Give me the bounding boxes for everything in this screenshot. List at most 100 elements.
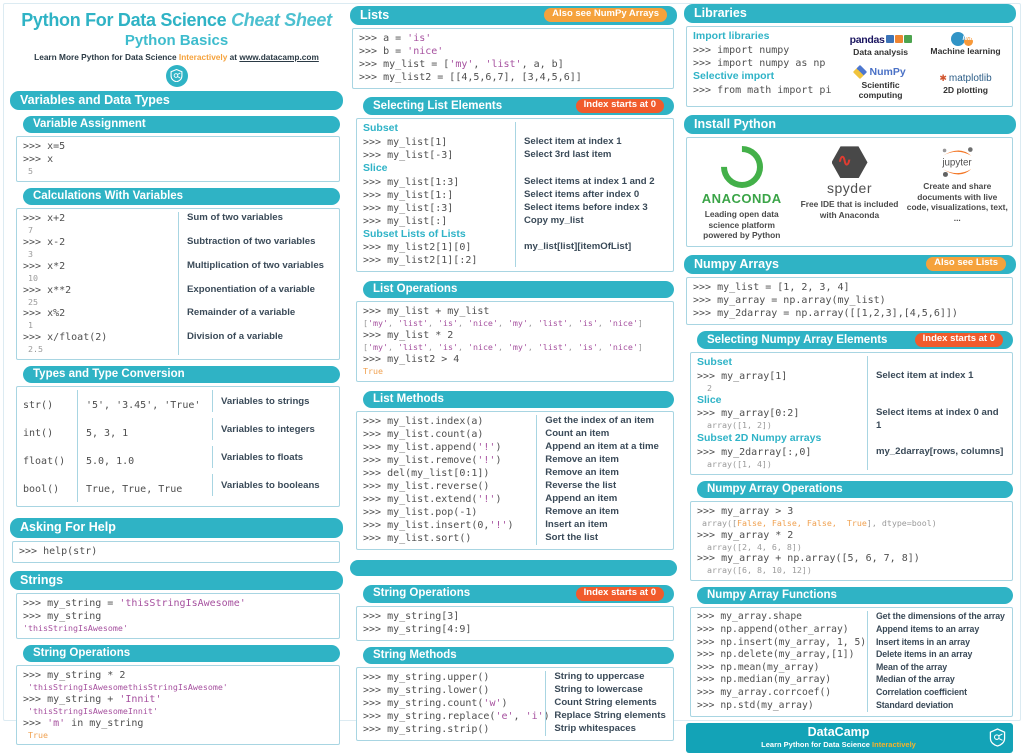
code-output-line: array([2, 4, 6, 8]) xyxy=(697,542,1006,553)
example-cell: 5.0, 1.0 xyxy=(77,446,212,474)
code-cell: >>> my_list.index(a) xyxy=(363,415,536,428)
code-cell: >>> x/float(2) 2.5 xyxy=(23,331,178,355)
page-title: Python For Data Science Cheat Sheet xyxy=(10,10,343,31)
code-block-numpy-operations: >>> my_array > 3 array([False, False, Fa… xyxy=(690,501,1013,581)
description-cell: Subtraction of two variables xyxy=(178,236,333,260)
description-cell: Append an item at a time xyxy=(536,441,667,454)
table-row: int()5, 3, 1Variables to integers xyxy=(23,418,333,446)
code-output-line: 7 xyxy=(23,225,178,236)
code-block-strings: >>> my_string = 'thisStringIsAwesome'>>>… xyxy=(16,593,340,639)
table-row: str()'5', '3.45', 'True'Variables to str… xyxy=(23,390,333,418)
code-line: >>> my_list.pop(-1) xyxy=(363,506,536,519)
section-title: String Methods xyxy=(373,649,457,662)
table-row: >>> np.mean(my_array)Mean of the array xyxy=(697,662,1006,675)
table-numpy-functions: >>> my_array.shapeGet the dimensions of … xyxy=(690,607,1013,717)
section-variables-and-data-types: Variables and Data Types xyxy=(10,91,343,110)
description-cell: Strip whitespaces xyxy=(545,723,667,736)
code-subheading: Selective import xyxy=(693,70,840,84)
table-row: bool()True, True, TrueVariables to boole… xyxy=(23,474,333,502)
code-line: >>> 'm' in my_string xyxy=(23,717,333,730)
section-title: Types and Type Conversion xyxy=(33,368,185,381)
code-output-line: ['my', 'list', 'is', 'nice', 'my', 'list… xyxy=(363,318,667,329)
description-cell: my_2darray[rows, columns] xyxy=(867,446,1006,470)
table-row: >>> x**2 25Exponentiation of a variable xyxy=(23,284,333,308)
description-cell: Standard deviation xyxy=(867,700,1006,713)
matplotlib-logo: ✱matplotlib 2D plotting xyxy=(939,68,991,96)
section-title: Install Python xyxy=(694,117,776,131)
example-cell: True, True, True xyxy=(77,474,212,502)
table-row: >>> my_list[:3]Select items before index… xyxy=(363,202,667,215)
code-line: >>> my_string + 'Innit' xyxy=(23,693,333,706)
code-output-line: 'thisStringIsAwesome' xyxy=(23,623,333,634)
description-cell: Variables to booleans xyxy=(212,474,333,496)
code-line: >>> my_string = 'thisStringIsAwesome' xyxy=(23,597,333,610)
code-line: >>> import numpy as np xyxy=(693,57,840,70)
code-output-line: 3 xyxy=(23,249,178,260)
code-line: >>> my_list2[1][:2] xyxy=(363,254,515,267)
description-cell: Append an item xyxy=(536,493,667,506)
table-row: float()5.0, 1.0Variables to floats xyxy=(23,446,333,474)
table-selecting-list-elements: Subset>>> my_list[1]Select item at index… xyxy=(356,118,674,272)
description-cell: Multiplication of two variables xyxy=(178,260,333,284)
code-block-list-operations: >>> my_list + my_list['my', 'list', 'is'… xyxy=(356,301,674,381)
section-title: List Operations xyxy=(373,283,457,296)
tagline-highlight: Interactively xyxy=(179,52,227,62)
code-subheading: Slice xyxy=(363,162,515,176)
table-row: >>> my_list2[1][:2] xyxy=(363,254,667,267)
logo-caption: Machine learning xyxy=(930,47,1000,57)
table-row: >>> my_list.insert(0,'!')Insert an item xyxy=(363,519,667,532)
code-line: >>> from math import pi xyxy=(693,84,840,97)
code-cell: >>> my_2darray[:,0] array([1, 4]) xyxy=(697,446,867,470)
pandas-logo: pandas Data analysis xyxy=(850,30,912,58)
description-cell xyxy=(867,394,1006,408)
table-selecting-numpy-elements: Subset>>> my_array[1] 2Select item at in… xyxy=(690,352,1013,474)
section-list-operations: List Operations xyxy=(363,281,674,298)
code-cell: >>> my_list[1:3] xyxy=(363,176,515,189)
section-title: Strings xyxy=(20,573,63,587)
description-cell xyxy=(515,122,667,136)
spyder-wordmark: spyder xyxy=(827,180,872,196)
code-cell: >>> my_list[-3] xyxy=(363,149,515,162)
table-row: >>> my_list[1:3]Select items at index 1 … xyxy=(363,176,667,189)
description-cell: Mean of the array xyxy=(867,662,1006,675)
description-cell xyxy=(867,432,1006,446)
section-title: String Operations xyxy=(373,587,470,600)
code-line: >>> my_string.lower() xyxy=(363,684,545,697)
description-cell: my_list[list][itemOfList] xyxy=(515,241,667,254)
chart-thumb-icon xyxy=(895,35,903,43)
spyder-item: ∿ spyder Free IDE that is included with … xyxy=(799,146,900,241)
table-row: >>> my_array[1] 2Select item at index 1 xyxy=(697,370,1006,394)
section-libraries: Libraries xyxy=(684,4,1016,23)
description-cell: Insert an item xyxy=(536,519,667,532)
description-cell: Count String elements xyxy=(545,697,667,710)
table-row: >>> my_array.corrcoef()Correlation coeff… xyxy=(697,687,1006,700)
sklearn-wordmark: learn xyxy=(963,35,979,42)
table-row: >>> my_list.remove('!')Remove an item xyxy=(363,454,667,467)
description-cell: Remove an item xyxy=(536,467,667,480)
tagline-at: at xyxy=(230,52,237,62)
code-cell: >>> my_list.reverse() xyxy=(363,480,536,493)
tagline: Learn More Python for Data Science Inter… xyxy=(10,52,343,62)
badge-index-starts-at-0: Index starts at 0 xyxy=(915,333,1003,347)
code-line: >>> my_list * 2 xyxy=(363,329,667,342)
code-line: >>> np.append(other_array) xyxy=(697,624,867,637)
description-cell: Remainder of a variable xyxy=(178,307,333,331)
code-line: >>> np.median(my_array) xyxy=(697,674,867,687)
datacamp-link[interactable]: www.datacamp.com xyxy=(239,52,318,62)
code-line: >>> my_list.reverse() xyxy=(363,480,536,493)
description-cell: Sum of two variables xyxy=(178,212,333,236)
code-line: >>> my_list2[1][0] xyxy=(363,241,515,254)
section-string-operations-left: String Operations xyxy=(23,645,340,662)
table-row: >>> my_list.index(a)Get the index of an … xyxy=(363,415,667,428)
section-numpy-arrays: Numpy Arrays Also see Lists xyxy=(684,255,1016,274)
code-line: >>> my_array[1] xyxy=(697,370,867,383)
table-row: Subset 2D Numpy arrays xyxy=(697,432,1006,446)
code-line: >>> x=5 xyxy=(23,140,333,153)
description-cell: Select items at index 0 and 1 xyxy=(867,407,1006,432)
table-row: >>> x/float(2) 2.5Division of a variable xyxy=(23,331,333,355)
matplotlib-wordmark: matplotlib xyxy=(949,73,992,84)
code-cell: >>> my_list.pop(-1) xyxy=(363,506,536,519)
description-cell: String to lowercase xyxy=(545,684,667,697)
code-line: >>> my_2darray = np.array([[1,2,3],[4,5,… xyxy=(693,307,1006,320)
table-row: Slice xyxy=(697,394,1006,408)
